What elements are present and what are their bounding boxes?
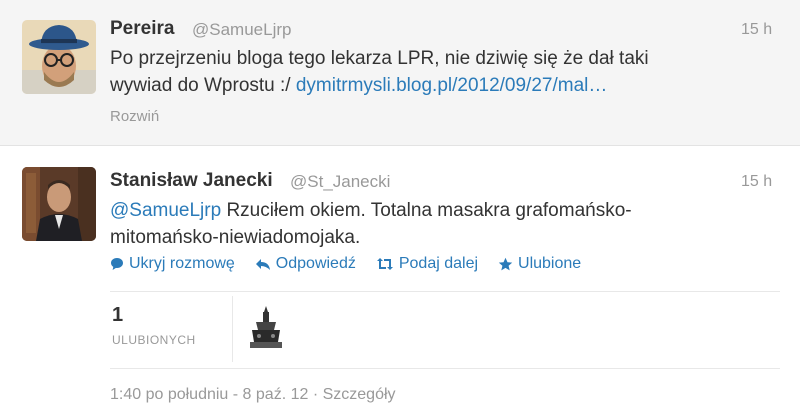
reply-button[interactable]: Odpowiedź xyxy=(255,255,356,273)
tweet-text-line: mitomańsko-niewiadomojaka. xyxy=(110,227,361,248)
author-name[interactable]: Pereira xyxy=(110,18,174,40)
speech-bubble-icon xyxy=(111,258,123,270)
hide-conversation-button[interactable]: Ukryj rozmowę xyxy=(110,255,235,273)
action-label: Odpowiedź xyxy=(275,255,356,272)
favorites-count[interactable]: 1 xyxy=(112,304,123,327)
favorites-label[interactable]: ULUBIONYCH xyxy=(112,333,196,347)
author-handle[interactable]: @SamueLjrp xyxy=(192,20,291,40)
tweet-meta-details[interactable]: 1:40 po południu - 8 paź. 12 · Szczegóły xyxy=(110,386,396,404)
author-handle[interactable]: @St_Janecki xyxy=(290,172,390,192)
action-label: Podaj dalej xyxy=(398,255,479,272)
favoriting-user-avatar[interactable] xyxy=(246,300,286,352)
tweet-item-1[interactable]: Pereira @SamueLjrp 15 h Po przejrzeniu b… xyxy=(0,0,800,146)
tweet-text-fragment: Rzuciłem okiem. Totalna masakra grafomań… xyxy=(221,200,632,221)
divider xyxy=(232,296,233,362)
action-label: Ulubione xyxy=(518,255,582,272)
mention-link[interactable]: @SamueLjrp xyxy=(110,200,221,221)
tweet-text-line: Po przejrzeniu bloga tego lekarza LPR, n… xyxy=(110,48,649,69)
reply-arrow-icon xyxy=(255,259,270,270)
avatar[interactable] xyxy=(22,167,96,241)
tweet-text-fragment: wywiad do Wprostu :/ xyxy=(110,75,296,96)
retweet-icon xyxy=(376,258,393,270)
avatar[interactable] xyxy=(22,20,96,94)
author-name[interactable]: Stanisław Janecki xyxy=(110,170,273,192)
tweet-text-line: wywiad do Wprostu :/ dymitrmysli.blog.pl… xyxy=(110,72,607,99)
divider xyxy=(110,368,780,369)
retweet-button[interactable]: Podaj dalej xyxy=(376,255,478,273)
tweet-text-line: @SamueLjrp Rzuciłem okiem. Totalna masak… xyxy=(110,197,632,224)
tweet-timestamp[interactable]: 15 h xyxy=(741,173,772,191)
action-label: Ukryj rozmowę xyxy=(129,255,235,272)
favorite-button[interactable]: Ulubione xyxy=(498,255,581,273)
star-icon xyxy=(498,257,513,270)
expand-link[interactable]: Rozwiń xyxy=(110,108,159,125)
tweet-actions: Ukryj rozmowę Odpowiedź Podaj dalej Ulub… xyxy=(110,253,601,275)
divider xyxy=(110,291,780,292)
tweet-timestamp[interactable]: 15 h xyxy=(741,21,772,39)
tweet-link[interactable]: dymitrmysli.blog.pl/2012/09/27/mal… xyxy=(296,75,608,96)
